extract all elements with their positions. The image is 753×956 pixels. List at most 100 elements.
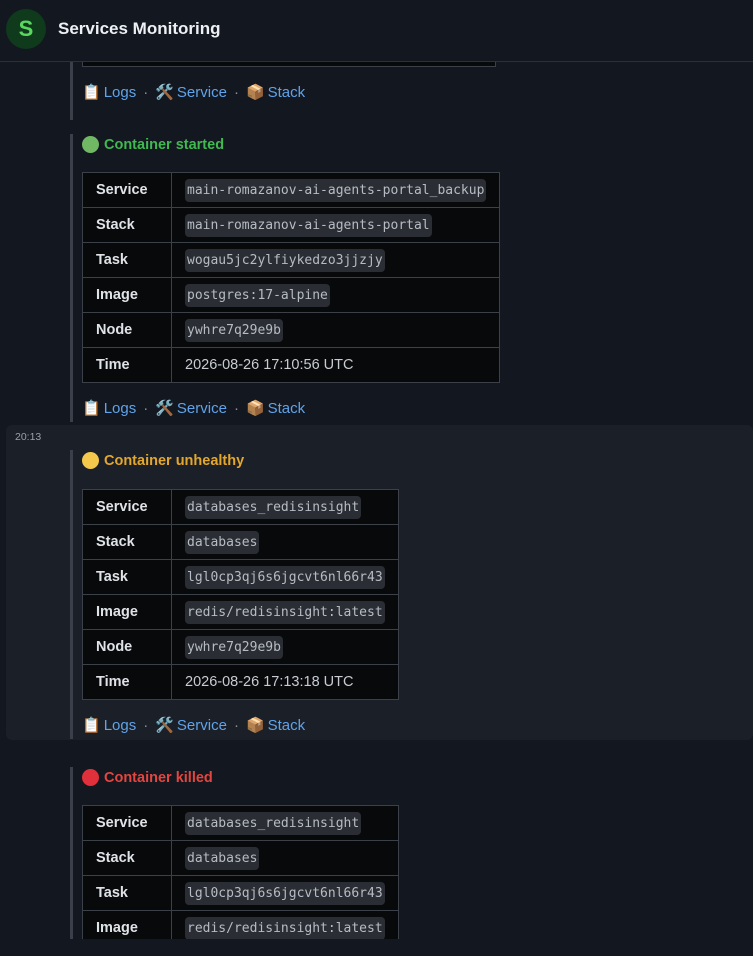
time-value: 2026-08-26 17:13:18 UTC xyxy=(171,664,399,700)
task-value: lgl0cp3qj6s6jgcvt6nl66r43 xyxy=(185,882,385,905)
row-label: Image xyxy=(82,594,172,630)
status-dot-icon xyxy=(82,452,99,469)
service-value: databases_redisinsight xyxy=(185,812,362,835)
row-label: Time xyxy=(82,347,172,383)
tools-icon: 🛠️ xyxy=(155,400,174,417)
event-title: Container unhealthy xyxy=(104,452,245,469)
node-value: ywhre7q29e9b xyxy=(185,319,283,342)
separator: · xyxy=(143,399,149,417)
table-row: Service main-romazanov-ai-agents-portal_b… xyxy=(82,172,501,208)
message-previous: 📋 Logs · 🛠️ Service · 📦 Stack xyxy=(70,62,730,120)
row-label: Service xyxy=(82,805,172,841)
separator: · xyxy=(143,716,149,734)
separator: · xyxy=(233,83,239,101)
row-label: Time xyxy=(82,664,172,700)
event-details-table: Service databases_redisinsight Stack datab… xyxy=(82,489,399,700)
action-links: 📋 Logs · 🛠️ Service · 📦 Stack xyxy=(82,83,305,102)
service-link[interactable]: 🛠️ Service xyxy=(155,399,227,418)
service-link[interactable]: 🛠️ Service xyxy=(155,716,227,735)
row-label: Node xyxy=(82,312,172,348)
logs-link[interactable]: 📋 Logs xyxy=(82,83,136,102)
bot-avatar[interactable]: S xyxy=(6,9,46,49)
stack-link[interactable]: 📦 Stack xyxy=(245,399,305,418)
table-row: Time 2026-08-26 17:13:18 UTC xyxy=(82,664,399,700)
table-row: Task lgl0cp3qj6s6jgcvt6nl66r43 xyxy=(82,875,399,911)
table-row: Image redis/redisinsight:latest xyxy=(82,594,399,630)
message-container-started: Container started Service main-romazanov-… xyxy=(70,134,730,422)
row-label: Image xyxy=(82,277,172,313)
image-value: postgres:17-alpine xyxy=(185,284,330,307)
tools-icon: 🛠️ xyxy=(155,717,174,734)
message-accent-bar xyxy=(70,450,73,739)
service-link[interactable]: 🛠️ Service xyxy=(155,83,227,102)
previous-table-edge xyxy=(82,62,496,67)
image-value: redis/redisinsight:latest xyxy=(185,601,385,624)
separator: · xyxy=(233,716,239,734)
event-details-table: Service main-romazanov-ai-agents-portal_b… xyxy=(82,172,501,383)
stack-value: databases xyxy=(185,847,260,870)
message-accent-bar xyxy=(70,134,73,422)
package-icon: 📦 xyxy=(245,400,265,417)
row-label: Task xyxy=(82,875,172,911)
task-value: wogau5jc2ylfiykedzo3jjzjy xyxy=(185,249,385,272)
app-header: S Services Monitoring xyxy=(0,0,753,62)
time-value: 2026-08-26 17:10:56 UTC xyxy=(170,347,501,383)
message-container-unhealthy: Container unhealthy Service databases_red… xyxy=(70,450,730,739)
logs-link[interactable]: 📋 Logs xyxy=(82,716,136,735)
row-label: Stack xyxy=(82,207,172,243)
service-value: main-romazanov-ai-agents-portal_backup xyxy=(185,179,487,202)
clipboard-icon: 📋 xyxy=(82,400,101,417)
table-row: Image redis/redisinsight:latest xyxy=(82,910,399,939)
row-label: Service xyxy=(82,172,172,208)
event-header: Container killed xyxy=(82,769,213,786)
row-label: Image xyxy=(82,910,172,939)
event-header: Container unhealthy xyxy=(82,452,244,469)
stack-value: databases xyxy=(185,531,260,554)
stack-link[interactable]: 📦 Stack xyxy=(245,716,305,735)
message-accent-bar xyxy=(70,62,73,120)
image-value: redis/redisinsight:latest xyxy=(185,917,385,939)
logs-link[interactable]: 📋 Logs xyxy=(82,399,136,418)
row-label: Node xyxy=(82,629,172,665)
stack-value: main-romazanov-ai-agents-portal xyxy=(185,214,432,237)
package-icon: 📦 xyxy=(245,717,265,734)
table-row: Stack databases xyxy=(82,524,399,560)
row-label: Stack xyxy=(82,840,172,876)
separator: · xyxy=(143,83,149,101)
row-label: Task xyxy=(82,559,172,595)
event-title: Container killed xyxy=(104,769,213,786)
event-header: Container started xyxy=(82,136,224,153)
message-timestamp: 20:13 xyxy=(15,431,42,443)
service-value: databases_redisinsight xyxy=(185,496,362,519)
message-container-killed: Container killed Service databases_redisi… xyxy=(70,767,730,939)
action-links: 📋 Logs · 🛠️ Service · 📦 Stack xyxy=(82,399,305,418)
status-dot-icon xyxy=(82,769,99,786)
table-row: Service databases_redisinsight xyxy=(82,805,399,841)
status-dot-icon xyxy=(82,136,99,153)
table-row: Image postgres:17-alpine xyxy=(82,277,501,313)
event-title: Container started xyxy=(104,136,225,153)
table-row: Time 2026-08-26 17:10:56 UTC xyxy=(82,347,501,383)
table-row: Node ywhre7q29e9b xyxy=(82,629,399,665)
task-value: lgl0cp3qj6s6jgcvt6nl66r43 xyxy=(185,566,385,589)
row-label: Task xyxy=(82,242,172,278)
stack-link[interactable]: 📦 Stack xyxy=(245,83,305,102)
channel-title: Services Monitoring xyxy=(58,19,221,38)
table-row: Service databases_redisinsight xyxy=(82,489,399,525)
table-row: Node ywhre7q29e9b xyxy=(82,312,501,348)
table-row: Stack databases xyxy=(82,840,399,876)
row-label: Stack xyxy=(82,524,172,560)
action-links: 📋 Logs · 🛠️ Service · 📦 Stack xyxy=(82,716,305,735)
message-feed: 📋 Logs · 🛠️ Service · 📦 Stack Container sta… xyxy=(0,62,753,956)
node-value: ywhre7q29e9b xyxy=(185,636,283,659)
table-row: Task wogau5jc2ylfiykedzo3jjzjy xyxy=(82,242,501,278)
event-details-table: Service databases_redisinsight Stack datab… xyxy=(82,805,399,939)
tools-icon: 🛠️ xyxy=(155,84,174,101)
table-row: Task lgl0cp3qj6s6jgcvt6nl66r43 xyxy=(82,559,399,595)
row-label: Service xyxy=(82,489,172,525)
separator: · xyxy=(233,399,239,417)
table-row: Stack main-romazanov-ai-agents-portal xyxy=(82,207,501,243)
clipboard-icon: 📋 xyxy=(82,84,101,101)
message-accent-bar xyxy=(70,767,73,939)
package-icon: 📦 xyxy=(245,84,265,101)
